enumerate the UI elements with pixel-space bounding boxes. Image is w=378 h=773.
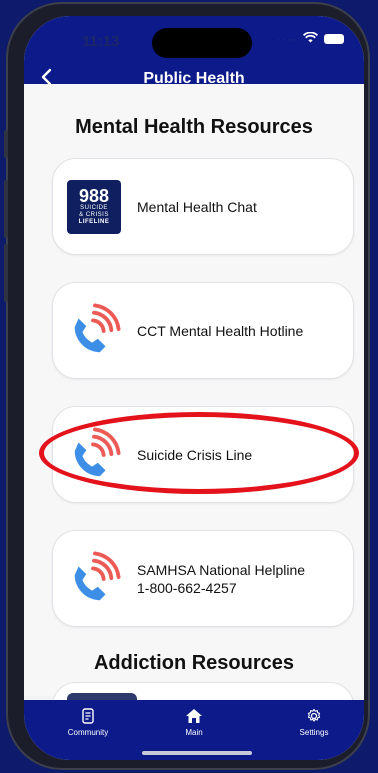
home-indicator — [142, 751, 252, 755]
card-label: SAMHSA National Helpline 1-800-662-4257 — [137, 561, 306, 596]
tab-community[interactable]: Community — [48, 708, 128, 737]
battery-icon — [324, 33, 344, 44]
phone-icon — [67, 551, 121, 606]
mute-switch — [4, 130, 8, 158]
wifi-icon — [302, 31, 319, 46]
tab-settings[interactable]: Settings — [274, 708, 354, 737]
card-label: Mental Health Chat — [137, 198, 257, 215]
card-label: CCT Mental Health Hotline — [137, 322, 304, 339]
volume-up-button — [4, 180, 8, 238]
volume-down-button — [4, 244, 8, 302]
phone-icon — [67, 303, 121, 358]
section-title-addiction: Addiction Resources — [93, 652, 295, 674]
phone-frame: 11:13 ···· Public Health Mental Health R… — [4, 2, 370, 770]
dynamic-island — [152, 28, 252, 58]
resource-card-mental-health-chat[interactable]: 988 SUICIDE & CRISIS LIFELINE Mental Hea… — [52, 158, 354, 255]
screen: 11:13 ···· Public Health Mental Health R… — [24, 16, 364, 760]
tab-bar: Community Main Settings — [24, 700, 364, 760]
home-icon — [186, 709, 202, 723]
status-time: 11:13 — [82, 33, 120, 50]
gear-icon — [307, 708, 321, 722]
phone-icon — [67, 427, 121, 482]
resource-card-suicide-crisis-line[interactable]: Suicide Crisis Line — [52, 406, 354, 503]
signal-icon: ···· — [277, 31, 297, 46]
content-area[interactable]: Mental Health Resources 988 SUICIDE & CR… — [24, 84, 364, 696]
status-icons: ···· — [277, 31, 344, 46]
document-icon — [82, 708, 94, 724]
tab-main[interactable]: Main — [154, 708, 234, 737]
card-label: Suicide Crisis Line — [137, 446, 253, 463]
resource-card-cct-hotline[interactable]: CCT Mental Health Hotline — [52, 282, 354, 379]
lifeline-logo: 988 SUICIDE & CRISIS LIFELINE — [67, 179, 121, 234]
resource-card-samhsa-helpline[interactable]: SAMHSA National Helpline 1-800-662-4257 — [52, 530, 354, 627]
section-title-mental-health: Mental Health Resources — [75, 116, 313, 138]
